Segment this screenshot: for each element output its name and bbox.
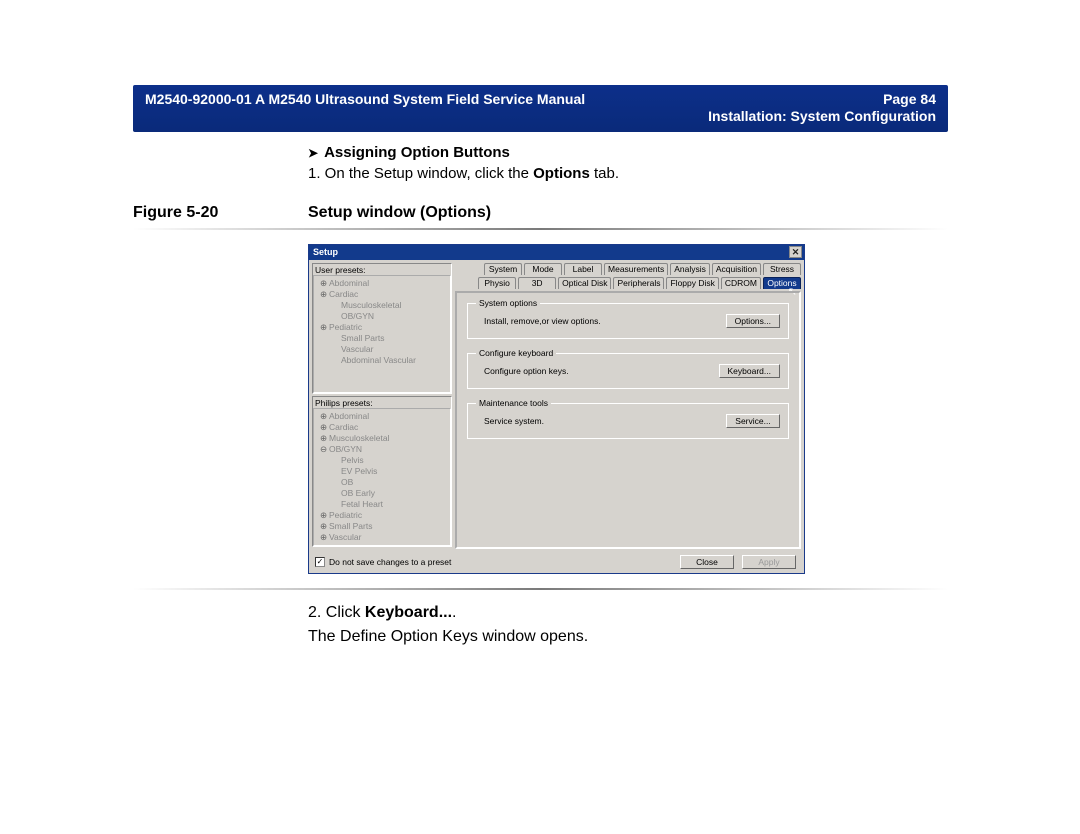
options-pane: System options Install, remove,or view o… xyxy=(455,291,801,549)
tab-system[interactable]: System xyxy=(484,263,522,275)
tree-item[interactable]: ⊕Abdominal xyxy=(320,411,448,422)
tabs-row-1: SystemModeLabelMeasurementsAnalysisAcqui… xyxy=(455,263,801,275)
tree-item[interactable]: EV Pelvis xyxy=(320,466,448,477)
titlebar: Setup ✕ xyxy=(309,245,804,260)
page-header: M2540-92000-01 A M2540 Ultrasound System… xyxy=(133,85,948,132)
doc-title: M2540-92000-01 A M2540 Ultrasound System… xyxy=(145,91,585,107)
figure-label: Figure 5-20 xyxy=(133,204,308,222)
figure-caption-row: Figure 5-20 Setup window (Options) xyxy=(133,204,948,222)
tab-floppy-disk[interactable]: Floppy Disk xyxy=(666,277,718,289)
page-number: Page 84 xyxy=(883,91,936,107)
document-page: M2540-92000-01 A M2540 Ultrasound System… xyxy=(133,85,948,652)
tree-item[interactable]: Fetal Heart xyxy=(320,499,448,510)
close-icon[interactable]: ✕ xyxy=(789,246,802,258)
tab-optical-disk[interactable]: Optical Disk xyxy=(558,277,611,289)
service-button[interactable]: Service... xyxy=(726,414,780,428)
setup-window: Setup ✕ User presets: ⊕Abdominal⊕Cardiac… xyxy=(308,244,805,574)
tree-item[interactable]: Small Parts xyxy=(320,333,448,344)
tab-options[interactable]: Options xyxy=(763,277,801,289)
philips-presets-label: Philips presets: xyxy=(313,397,451,408)
window-title: Setup xyxy=(313,247,338,257)
tree-item[interactable]: ⊖OB/GYN xyxy=(320,444,448,455)
divider xyxy=(133,228,948,230)
user-presets-label: User presets: xyxy=(313,264,451,275)
tab-mode[interactable]: Mode xyxy=(524,263,562,275)
tree-item[interactable]: Vascular xyxy=(320,344,448,355)
arrow-icon: ➤ xyxy=(308,146,318,160)
close-button[interactable]: Close xyxy=(680,555,734,569)
tabs-row-2: Physio3DOptical DiskPeripheralsFloppy Di… xyxy=(455,277,801,289)
tree-item[interactable]: OB xyxy=(320,477,448,488)
tree-item[interactable]: Pelvis xyxy=(320,455,448,466)
tab-analysis[interactable]: Analysis xyxy=(670,263,710,275)
user-presets-tree[interactable]: ⊕Abdominal⊕Cardiac Musculoskeletal OB/GY… xyxy=(313,275,451,393)
tab-stress[interactable]: Stress xyxy=(763,263,801,275)
apply-button[interactable]: Apply xyxy=(742,555,796,569)
tab-acquisition[interactable]: Acquisition xyxy=(712,263,761,275)
setup-footer: ✓ Do not save changes to a preset Close … xyxy=(309,552,804,573)
tree-item[interactable]: ⊕Abdominal xyxy=(320,278,448,289)
do-not-save-checkbox[interactable]: ✓ Do not save changes to a preset xyxy=(315,557,451,567)
tab-3d[interactable]: 3D xyxy=(518,277,556,289)
step-2-result: The Define Option Keys window opens. xyxy=(308,628,948,646)
group-maintenance-tools: Maintenance tools Service system. Servic… xyxy=(467,403,789,439)
tree-item[interactable]: Abdominal Vascular xyxy=(320,355,448,366)
step-1: 1. On the Setup window, click the Option… xyxy=(308,165,948,182)
tab-measurements[interactable]: Measurements xyxy=(604,263,668,275)
tree-item[interactable]: OB/GYN xyxy=(320,311,448,322)
group-system-options: System options Install, remove,or view o… xyxy=(467,303,789,339)
divider xyxy=(133,588,948,590)
figure-caption: Setup window (Options) xyxy=(308,204,491,222)
tab-peripherals[interactable]: Peripherals xyxy=(613,277,664,289)
tree-item[interactable]: Musculoskeletal xyxy=(320,300,448,311)
keyboard-button[interactable]: Keyboard... xyxy=(719,364,780,378)
group-configure-keyboard: Configure keyboard Configure option keys… xyxy=(467,353,789,389)
tree-item[interactable]: ⊕Cardiac xyxy=(320,422,448,433)
tab-cdrom[interactable]: CDROM xyxy=(721,277,761,289)
tree-item[interactable]: ⊕Small Parts xyxy=(320,521,448,532)
tree-item[interactable]: OB Early xyxy=(320,488,448,499)
section-path: Installation: System Configuration xyxy=(145,108,936,124)
tab-label[interactable]: Label xyxy=(564,263,602,275)
step-2: 2. Click Keyboard.... xyxy=(308,604,948,622)
philips-presets-tree[interactable]: ⊕Abdominal⊕Cardiac⊕Musculoskeletal⊖OB/GY… xyxy=(313,408,451,546)
tree-item[interactable]: ⊕Musculoskeletal xyxy=(320,433,448,444)
tree-item[interactable]: ⊕Cardiac xyxy=(320,289,448,300)
tree-item[interactable]: ⊕Pediatric xyxy=(320,322,448,333)
tree-item[interactable]: ⊕Pediatric xyxy=(320,510,448,521)
options-button[interactable]: Options... xyxy=(726,314,780,328)
procedure-heading: ➤ Assigning Option Buttons xyxy=(308,144,948,161)
checkbox-icon[interactable]: ✓ xyxy=(315,557,325,567)
tree-item[interactable]: ⊕Vascular xyxy=(320,532,448,543)
tab-physio[interactable]: Physio xyxy=(478,277,516,289)
